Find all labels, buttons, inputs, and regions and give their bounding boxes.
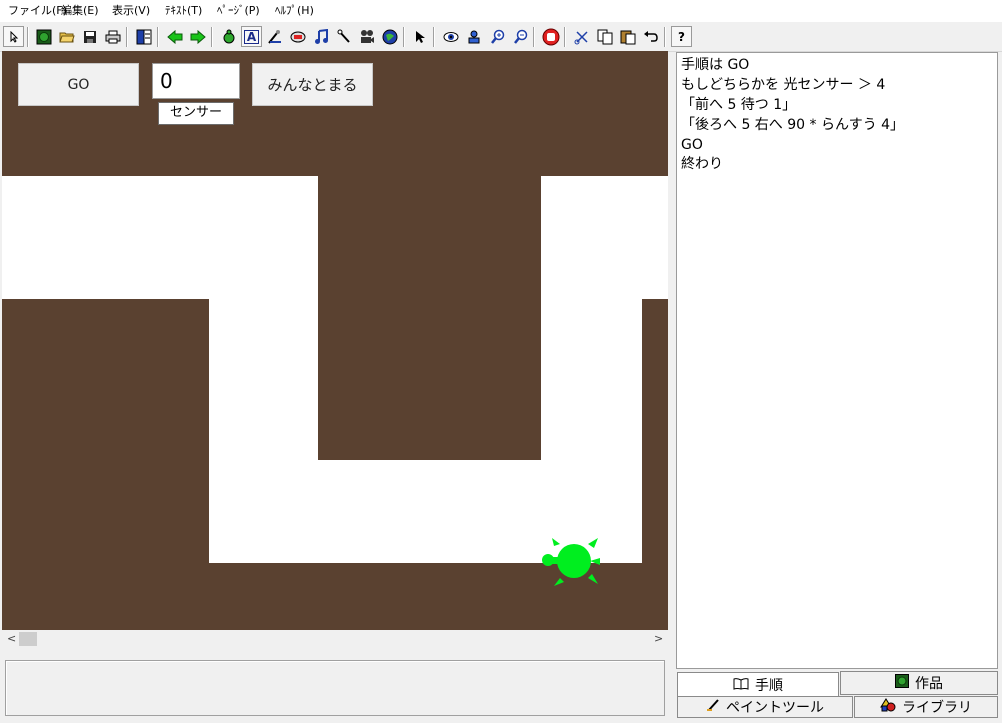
script-line: もしどちらかを 光センサー ＞ 4 <box>681 77 886 93</box>
cursor-small-icon[interactable] <box>3 26 24 47</box>
menu-bar: ファイル(F) 編集(E) 表示(V) ﾃｷｽﾄ(T) ﾍﾟｰｼﾞ(P) ﾍﾙﾌ… <box>0 0 1002 22</box>
menu-file[interactable]: ファイル(F) <box>8 4 67 18</box>
music-icon[interactable] <box>310 26 331 47</box>
tab-procedure-label: 手順 <box>755 678 783 694</box>
script-line: GO <box>681 137 703 153</box>
scroll-left-arrow[interactable]: < <box>7 632 16 645</box>
tab-paint-tool-label: ペイントツール <box>726 700 824 716</box>
stage[interactable]: GO 0 センサー みんなとまる <box>2 51 668 630</box>
zoom-in-icon[interactable] <box>486 26 507 47</box>
sensor-label: センサー <box>158 102 234 125</box>
message-panel <box>5 660 665 716</box>
eye-icon[interactable] <box>440 26 461 47</box>
number-field[interactable]: 0 <box>152 63 240 99</box>
brush-icon <box>706 698 720 716</box>
tab-paint-tool[interactable]: ペイントツール <box>677 696 853 718</box>
menu-page[interactable]: ﾍﾟｰｼﾞ(P) <box>217 4 260 18</box>
horizontal-scrollbar[interactable]: < > <box>2 630 668 648</box>
movie-icon[interactable] <box>356 26 377 47</box>
tab-works[interactable]: 作品 <box>840 671 998 695</box>
script-line: 「後ろへ 5 右へ 90 * らんすう 4」 <box>681 117 905 133</box>
paint-icon[interactable] <box>264 26 285 47</box>
paste-icon[interactable] <box>617 26 638 47</box>
text-icon[interactable]: A <box>241 26 262 47</box>
forward-arrow-icon[interactable] <box>187 26 208 47</box>
toolbar: A ? <box>0 23 1002 52</box>
copy-icon[interactable] <box>594 26 615 47</box>
script-line: 終わり <box>681 156 723 172</box>
menu-view[interactable]: 表示(V) <box>112 4 150 18</box>
maze-path-top-right <box>541 176 668 299</box>
script-line: 「前へ 5 待つ 1」 <box>681 97 797 113</box>
shout-icon[interactable] <box>463 26 484 47</box>
web-icon[interactable] <box>379 26 400 47</box>
stop-all-button[interactable]: みんなとまる <box>252 63 373 106</box>
script-editor[interactable]: 手順は GO もしどちらかを 光センサー ＞ 4 「前へ 5 待つ 1」 「後ろ… <box>676 52 998 669</box>
turtle-icon[interactable] <box>218 26 239 47</box>
tab-procedure[interactable]: 手順 <box>677 672 839 697</box>
turtle-sprite[interactable] <box>538 534 602 590</box>
scroll-thumb[interactable] <box>19 632 37 646</box>
menu-text[interactable]: ﾃｷｽﾄ(T) <box>165 4 202 18</box>
go-button[interactable]: GO <box>18 63 139 106</box>
globe-icon <box>895 674 909 692</box>
menu-help[interactable]: ﾍﾙﾌﾟ(H) <box>275 4 314 18</box>
scroll-right-arrow[interactable]: > <box>654 632 663 645</box>
page-layout-icon[interactable] <box>133 26 154 47</box>
help-icon[interactable]: ? <box>671 26 692 47</box>
menu-edit[interactable]: 編集(E) <box>61 4 99 18</box>
shapes-icon <box>880 698 896 716</box>
pointer-icon[interactable] <box>409 26 430 47</box>
undo-icon[interactable] <box>640 26 661 47</box>
back-arrow-icon[interactable] <box>164 26 185 47</box>
tab-library[interactable]: ライブラリ <box>854 696 998 718</box>
tab-works-label: 作品 <box>915 676 943 692</box>
zoom-out-icon[interactable] <box>509 26 530 47</box>
open-folder-icon[interactable] <box>56 26 77 47</box>
tab-library-label: ライブラリ <box>902 700 972 716</box>
print-icon[interactable] <box>102 26 123 47</box>
pen-icon[interactable] <box>333 26 354 47</box>
globe-icon[interactable] <box>33 26 54 47</box>
stamp-icon[interactable] <box>287 26 308 47</box>
save-icon[interactable] <box>79 26 100 47</box>
stop-icon[interactable] <box>540 26 561 47</box>
book-icon <box>733 677 749 694</box>
cut-icon[interactable] <box>571 26 592 47</box>
script-line: 手順は GO <box>681 57 750 73</box>
